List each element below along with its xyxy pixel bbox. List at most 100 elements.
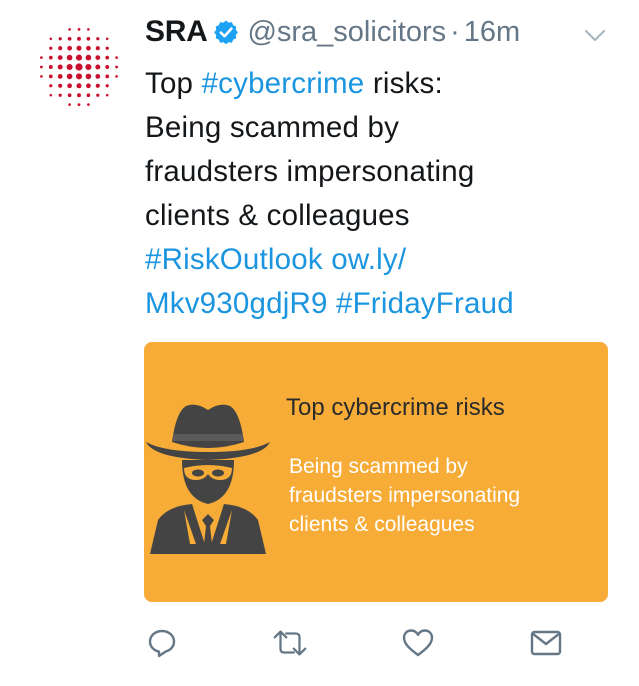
url-link-part1[interactable]: ow.ly/ (331, 243, 406, 276)
hashtag-cybercrime[interactable]: #cybercrime (202, 67, 365, 100)
tweet[interactable]: SRA @sra_solicitors · 16m Top #cybercrim… (0, 0, 639, 686)
tweet-time[interactable]: 16m (464, 16, 520, 49)
tweet-text: Top #cybercrime risks: Being scammed by … (145, 62, 615, 326)
logo-dot (95, 74, 101, 79)
card-sub-line: Being scammed by (289, 455, 468, 478)
logo-dot (66, 54, 73, 61)
logo-dot (57, 64, 63, 70)
logo-dot (58, 93, 62, 97)
logo-dot (67, 45, 72, 51)
logo-dot (77, 103, 81, 106)
link-card[interactable]: Top cybercrime risks Being scammed by fr… (144, 342, 608, 602)
logo-dot (66, 63, 73, 71)
tweet-line-3: fraudsters impersonating (145, 155, 475, 188)
logo-dot (86, 83, 91, 89)
tweet-content: SRA @sra_solicitors · 16m Top #cybercrim… (145, 8, 615, 326)
logo-dot (57, 55, 63, 60)
logo-dot (96, 93, 100, 97)
avatar[interactable] (36, 24, 122, 110)
logo-dot (58, 83, 63, 88)
logo-dot (75, 54, 83, 61)
logo-dot (48, 55, 53, 60)
logo-dot (77, 28, 81, 31)
logo-dot (105, 46, 109, 50)
author-handle[interactable]: @sra_solicitors (247, 16, 446, 49)
chevron-down-icon[interactable] (583, 28, 607, 44)
logo-dot (40, 75, 43, 78)
retweet-icon (273, 630, 307, 656)
logo-dot (58, 37, 62, 41)
author-name[interactable]: SRA (145, 15, 208, 49)
logo-dot (76, 83, 82, 89)
reply-button[interactable] (143, 624, 181, 662)
logo-dot (85, 54, 92, 61)
logo-dot (77, 36, 81, 41)
logo-dot (40, 65, 43, 69)
card-sub-line: fraudsters impersonating (289, 484, 521, 507)
card-title: Top cybercrime risks (286, 394, 505, 421)
logo-dot (77, 93, 81, 98)
tweet-line-5: #RiskOutlook ow.ly/ (145, 238, 615, 282)
tweet-actions (0, 624, 639, 664)
logo-dot (87, 28, 90, 31)
retweet-button[interactable] (271, 624, 309, 662)
logo-dot (95, 46, 100, 51)
logo-dot (86, 45, 91, 51)
logo-dot (76, 45, 82, 51)
url-link-part2[interactable]: Mkv930gdjR9 (145, 287, 328, 320)
tweet-line-6: Mkv930gdjR9 #FridayFraud (145, 282, 615, 326)
text-segment: risks: (364, 67, 443, 100)
logo-dot (75, 73, 83, 80)
logo-dot (85, 63, 92, 71)
logo-dot (40, 56, 43, 59)
logo-dot (49, 84, 53, 88)
logo-dot (95, 64, 101, 70)
hashtag-riskoutlook[interactable]: #RiskOutlook (145, 243, 323, 276)
logo-dot (68, 28, 71, 31)
logo-dot (105, 37, 109, 41)
tweet-line-2: Being scammed by (145, 111, 400, 144)
text-segment: Top (145, 67, 202, 100)
logo-dot (105, 93, 109, 97)
logo-dot (105, 74, 110, 79)
logo-dot (75, 63, 83, 71)
logo-dot (58, 46, 63, 51)
separator-dot: · (450, 15, 460, 48)
logo-dot (87, 103, 90, 106)
logo-dot (115, 56, 118, 59)
logo-dot (48, 65, 53, 69)
logo-dot (105, 84, 109, 88)
logo-dot (86, 36, 91, 41)
verified-badge-icon (214, 20, 239, 45)
logo-dot (95, 83, 100, 88)
logo-dot (68, 103, 71, 106)
tweet-line-4: clients & colleagues (145, 199, 410, 232)
logo-dot (95, 55, 101, 60)
like-button[interactable] (399, 624, 437, 662)
logo-dot (66, 73, 73, 80)
card-sub-line: clients & colleagues (289, 513, 475, 536)
logo-dot (96, 37, 100, 41)
logo-dot (67, 83, 72, 89)
logo-dot (105, 65, 110, 69)
logo-dot (49, 46, 53, 50)
logo-dot (48, 74, 53, 79)
logo-dot (115, 65, 118, 69)
logo-dot (85, 73, 92, 80)
logo-dot (67, 93, 72, 98)
logo-dot (57, 74, 63, 79)
spy-figure-icon (146, 404, 270, 554)
logo-dot (49, 93, 53, 97)
heart-icon (402, 629, 434, 657)
reply-icon (148, 629, 176, 658)
tweet-header: SRA @sra_solicitors · 16m (145, 8, 615, 56)
hashtag-fridayfraud[interactable]: #FridayFraud (336, 287, 514, 320)
tweet-line-1: Top #cybercrime risks: (145, 62, 615, 106)
logo-dot (49, 37, 53, 41)
logo-dot (67, 36, 72, 41)
logo-dot (105, 55, 110, 60)
logo-dot (86, 93, 91, 98)
card-subtitle: Being scammed by fraudsters impersonatin… (289, 452, 520, 539)
envelope-icon (530, 630, 562, 656)
direct-message-button[interactable] (527, 624, 565, 662)
